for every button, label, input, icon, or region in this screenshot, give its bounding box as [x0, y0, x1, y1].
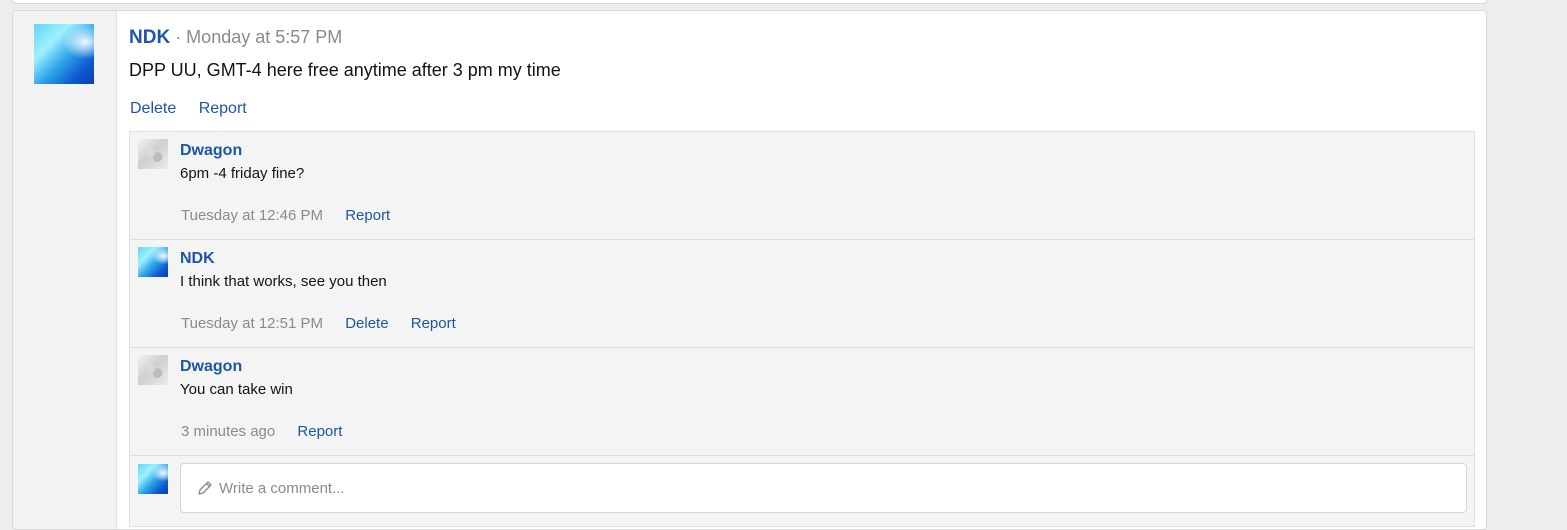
commenter-avatar[interactable] [138, 355, 168, 385]
commenter-username[interactable]: Dwagon [180, 142, 242, 160]
post-actions: Delete Report [130, 100, 265, 118]
comment-timestamp[interactable]: Tuesday at 12:51 PM [181, 315, 323, 332]
delete-comment-link[interactable]: Delete [345, 315, 388, 332]
commenter-username[interactable]: NDK [180, 250, 215, 268]
comment-text: You can take win [180, 381, 293, 398]
comment-actions: Tuesday at 12:51 PM Delete Report [181, 315, 474, 332]
author-username[interactable]: NDK [129, 27, 170, 48]
commenter-avatar[interactable] [138, 139, 168, 169]
comment-item: Dwagon 6pm -4 friday fine? Tuesday at 12… [130, 132, 1474, 240]
comment-list: Dwagon 6pm -4 friday fine? Tuesday at 12… [129, 131, 1475, 527]
report-comment-link[interactable]: Report [297, 423, 342, 440]
comment-composer: Write a comment... [130, 456, 1474, 526]
report-comment-link[interactable]: Report [345, 207, 390, 224]
previous-post-edge [12, 0, 1487, 4]
report-comment-link[interactable]: Report [411, 315, 456, 332]
author-avatar[interactable] [34, 24, 94, 84]
comment-text: I think that works, see you then [180, 273, 387, 290]
avatar-column [13, 11, 117, 529]
profile-post: NDK · Monday at 5:57 PM DPP UU, GMT-4 he… [12, 10, 1487, 530]
comment-actions: 3 minutes ago Report [181, 423, 360, 440]
comment-timestamp[interactable]: 3 minutes ago [181, 423, 275, 440]
comment-item: NDK I think that works, see you then Tue… [130, 240, 1474, 348]
write-comment-placeholder: Write a comment... [219, 479, 345, 497]
write-comment-input[interactable]: Write a comment... [180, 463, 1467, 513]
commenter-username[interactable]: Dwagon [180, 358, 242, 376]
comment-timestamp[interactable]: Tuesday at 12:46 PM [181, 207, 323, 224]
comment-actions: Tuesday at 12:46 PM Report [181, 207, 408, 224]
comment-item: Dwagon You can take win 3 minutes ago Re… [130, 348, 1474, 456]
comment-text: 6pm -4 friday fine? [180, 165, 305, 182]
pencil-icon [195, 478, 215, 498]
report-post-link[interactable]: Report [199, 100, 247, 117]
current-user-avatar [138, 464, 168, 494]
post-header: NDK · Monday at 5:57 PM [129, 27, 342, 49]
commenter-avatar[interactable] [138, 247, 168, 277]
delete-post-link[interactable]: Delete [130, 100, 176, 117]
post-timestamp: · Monday at 5:57 PM [175, 27, 343, 47]
post-text: DPP UU, GMT-4 here free anytime after 3 … [129, 60, 561, 80]
